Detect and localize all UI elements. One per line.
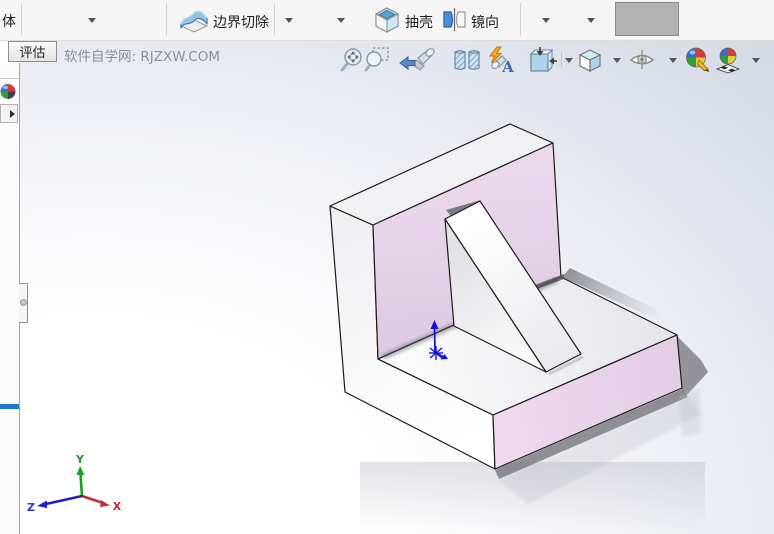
mirror-icon (441, 6, 468, 37)
chevron-right-icon (10, 110, 15, 118)
shell-label: 抽壳 (405, 12, 433, 32)
dropdown-arrow-icon[interactable] (285, 18, 293, 23)
appearance-ball-icon (0, 83, 18, 101)
dropdown-arrow-icon[interactable] (337, 18, 345, 23)
dropdown-arrow-icon[interactable] (587, 18, 595, 23)
shell-button[interactable]: 抽壳 (371, 4, 433, 39)
boundary-cut-label: 边界切除 (213, 12, 269, 32)
solidworks-window: 体 边界切除 (0, 0, 774, 534)
feature-manager-collapsed-strip (0, 63, 20, 534)
mirror-label: 镜向 (471, 12, 499, 32)
panel-top-box (0, 63, 19, 79)
separator (166, 3, 167, 36)
triad-y-label: Y (75, 453, 85, 466)
model-canvas[interactable]: Y X Z (19, 41, 774, 534)
ribbon-partial-label: 体 (2, 11, 16, 31)
dropdown-arrow-icon[interactable] (88, 18, 96, 23)
boundary-cut-button[interactable]: 边界切除 (177, 3, 269, 40)
triad-z-label: Z (27, 501, 35, 514)
reference-triad: Y X Z (27, 453, 122, 514)
toolbar-blank-button[interactable] (615, 2, 679, 36)
triad-x-label: X (113, 500, 122, 513)
separator (21, 3, 22, 36)
dropdown-arrow-icon[interactable] (542, 18, 550, 23)
expand-panel-button[interactable] (0, 104, 18, 123)
separator (274, 3, 275, 36)
command-ribbon: 体 边界切除 (0, 0, 774, 41)
separator (520, 3, 521, 36)
mirror-button[interactable]: 镜向 (441, 6, 499, 37)
corner-reflection (679, 388, 702, 438)
boundary-cut-icon (177, 3, 210, 40)
panel-accent-line (0, 404, 19, 409)
shell-icon (371, 4, 402, 39)
